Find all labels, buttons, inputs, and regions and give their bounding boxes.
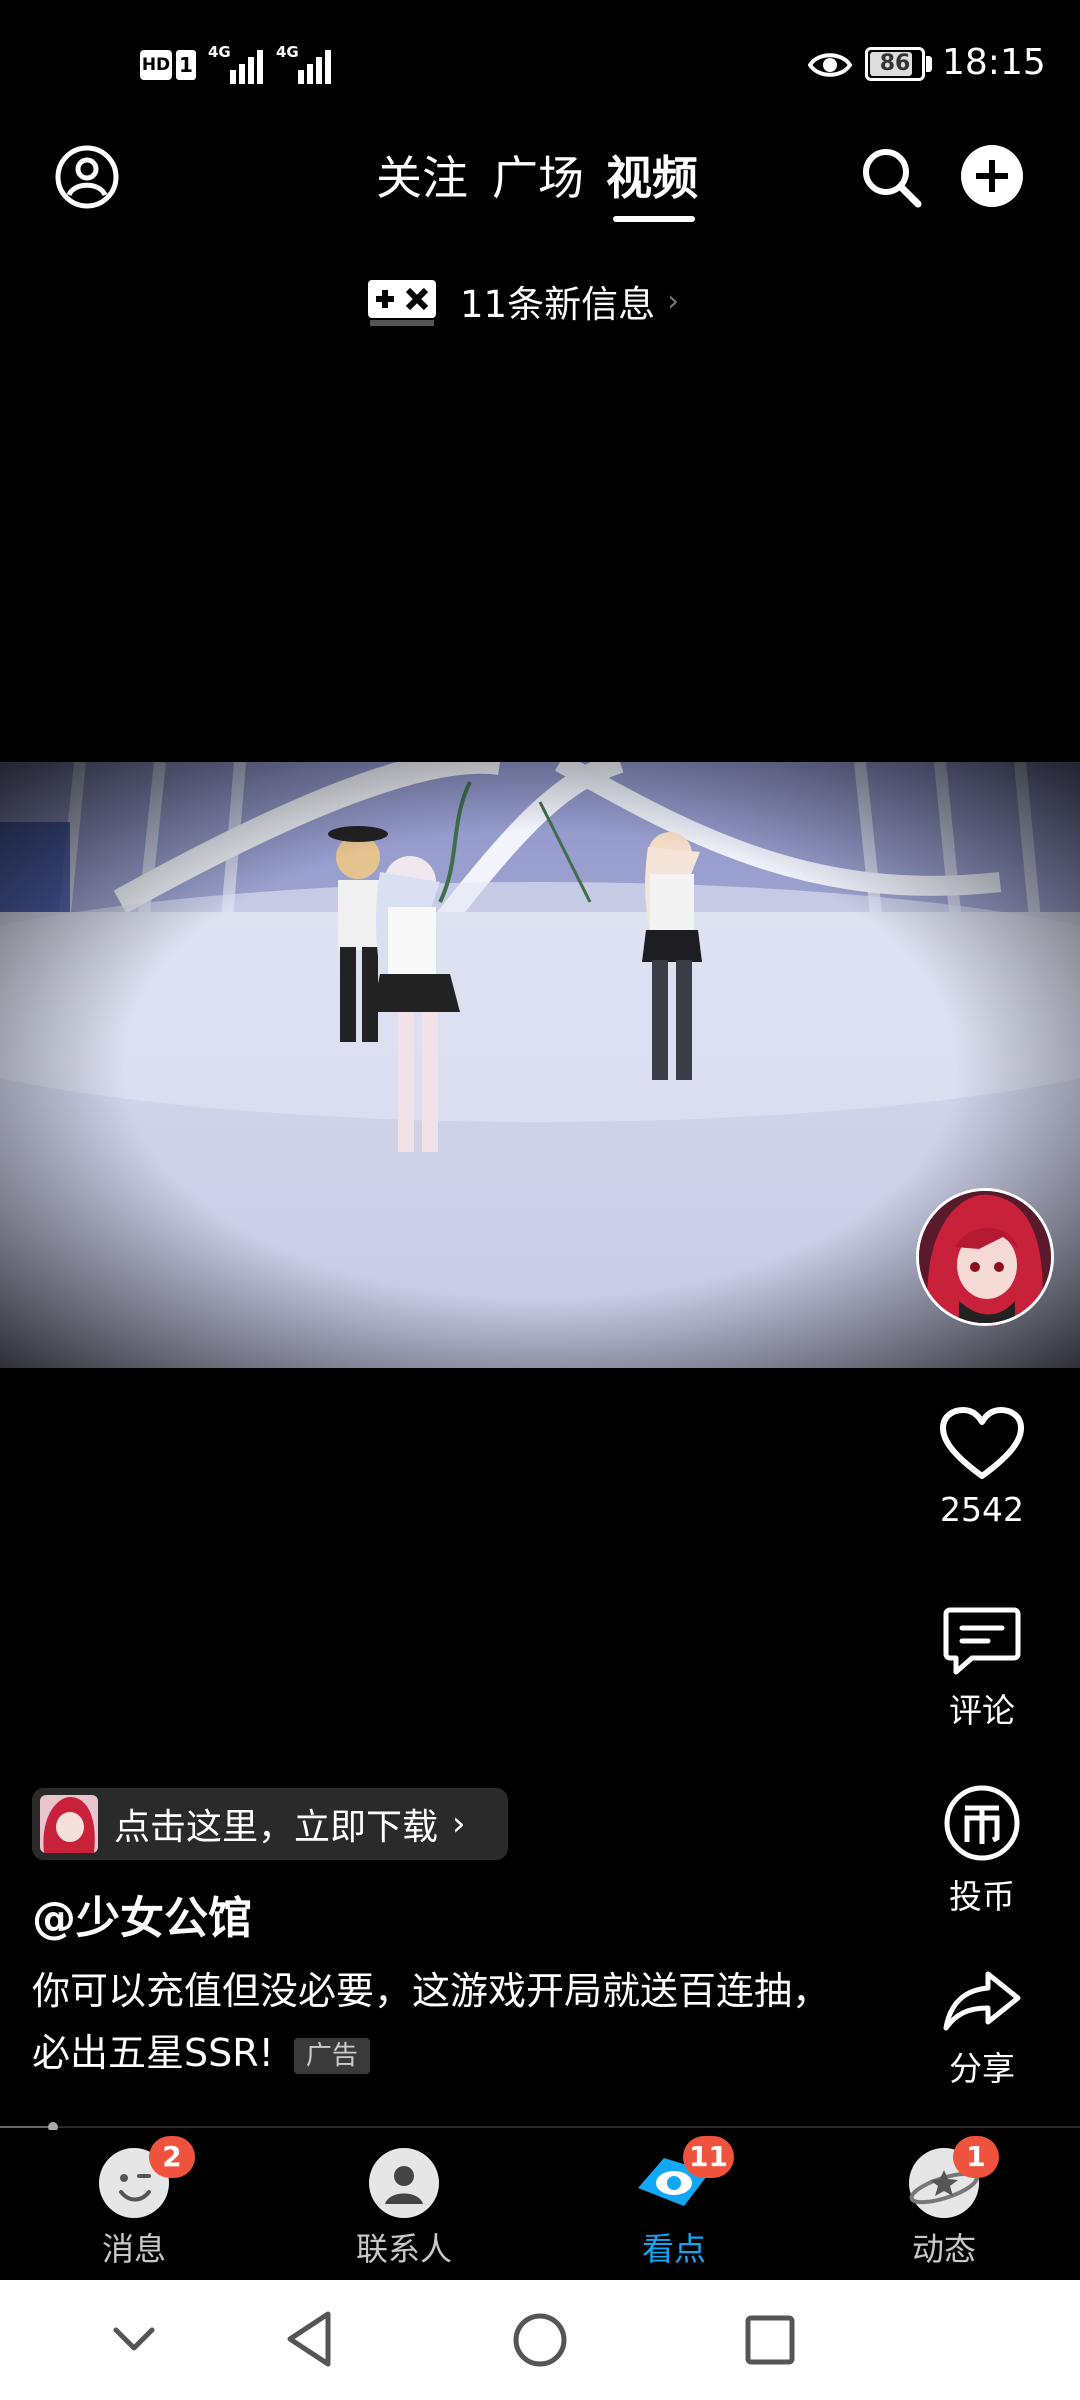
download-link[interactable]: 点击这里，立即下载 › xyxy=(32,1788,508,1860)
comment-button[interactable]: 评论 xyxy=(912,1604,1052,1732)
nav-moments[interactable]: 1 动态 xyxy=(844,2136,1044,2270)
coin-button[interactable]: 投币 xyxy=(912,1784,1052,1918)
nav-contacts-label: 联系人 xyxy=(355,2230,452,2268)
share-label: 分享 xyxy=(949,2049,1015,2088)
moments-badge: 1 xyxy=(953,2136,999,2178)
active-tab-indicator xyxy=(613,216,695,222)
share-button[interactable]: 分享 xyxy=(912,1968,1052,2090)
back-icon[interactable] xyxy=(284,2310,334,2368)
nav-kandian[interactable]: 11 看点 xyxy=(574,2136,774,2270)
creator-avatar[interactable] xyxy=(916,1188,1054,1326)
status-bar: HD 1 4G 4G 86 18:15 xyxy=(0,0,1080,130)
chevron-right-icon: › xyxy=(667,283,680,319)
like-count: 2542 xyxy=(940,1490,1024,1529)
nav-contacts[interactable]: 联系人 xyxy=(304,2148,504,2270)
chevron-right-icon: › xyxy=(452,1804,466,1844)
like-button[interactable]: 2542 xyxy=(912,1406,1052,1529)
comment-label: 评论 xyxy=(949,1691,1015,1730)
collapse-icon[interactable] xyxy=(112,2324,156,2354)
share-icon xyxy=(943,1971,1021,2031)
messages-badge: 2 xyxy=(149,2136,195,2178)
eye-icon xyxy=(808,53,852,77)
game-icon xyxy=(40,1795,98,1853)
video-progress-track[interactable] xyxy=(0,2126,1080,2128)
signal-4g-icon: 4G xyxy=(276,44,336,84)
recents-icon[interactable] xyxy=(744,2314,796,2366)
sim1-icon: 1 xyxy=(176,50,196,80)
nav-kandian-label: 看点 xyxy=(641,2230,706,2268)
contacts-icon xyxy=(369,2148,439,2218)
signal-4g-icon: 4G xyxy=(208,44,268,84)
profile-icon[interactable] xyxy=(54,144,120,210)
clock: 18:15 xyxy=(942,42,1046,83)
add-icon[interactable] xyxy=(960,144,1024,208)
comment-icon xyxy=(943,1607,1021,1675)
author-name[interactable]: @少女公馆 xyxy=(32,1882,252,1946)
eye-nav-icon: 11 xyxy=(638,2136,734,2218)
notice-text: 11条新信息 xyxy=(460,283,656,326)
ad-badge: 广告 xyxy=(293,2037,370,2074)
tab-square[interactable]: 广场 xyxy=(492,142,584,208)
hd-icon: HD xyxy=(140,50,172,80)
brand-logo xyxy=(364,270,440,332)
tab-follow[interactable]: 关注 xyxy=(376,142,468,208)
nav-messages-label: 消息 xyxy=(101,2230,166,2268)
bottom-nav: 2 消息 联系人 11 看点 1 动态 xyxy=(0,2130,1080,2280)
search-icon[interactable] xyxy=(858,144,924,210)
nav-messages[interactable]: 2 消息 xyxy=(34,2136,234,2270)
download-label: 点击这里，立即下载 xyxy=(114,1807,439,1848)
moments-icon: 1 xyxy=(909,2136,999,2218)
system-navigation-bar xyxy=(0,2280,1080,2400)
battery-icon: 86 xyxy=(865,47,925,81)
messages-icon: 2 xyxy=(99,2136,195,2218)
coin-label: 投币 xyxy=(949,1877,1015,1916)
home-icon[interactable] xyxy=(512,2312,568,2368)
new-messages-notice[interactable]: 11条新信息 › xyxy=(364,270,679,332)
coin-icon xyxy=(944,1785,1020,1861)
tab-video[interactable]: 视频 xyxy=(606,142,698,208)
kandian-badge: 11 xyxy=(683,2136,734,2178)
caption-text: 你可以充值但没必要，这游戏开局就送百连抽，必出五星SSR! xyxy=(32,1969,831,2075)
video-progress-fill xyxy=(0,2126,52,2128)
nav-moments-label: 动态 xyxy=(911,2230,976,2268)
heart-icon xyxy=(940,1407,1024,1479)
video-caption: 你可以充值但没必要，这游戏开局就送百连抽，必出五星SSR! 广告 xyxy=(32,1960,832,2084)
